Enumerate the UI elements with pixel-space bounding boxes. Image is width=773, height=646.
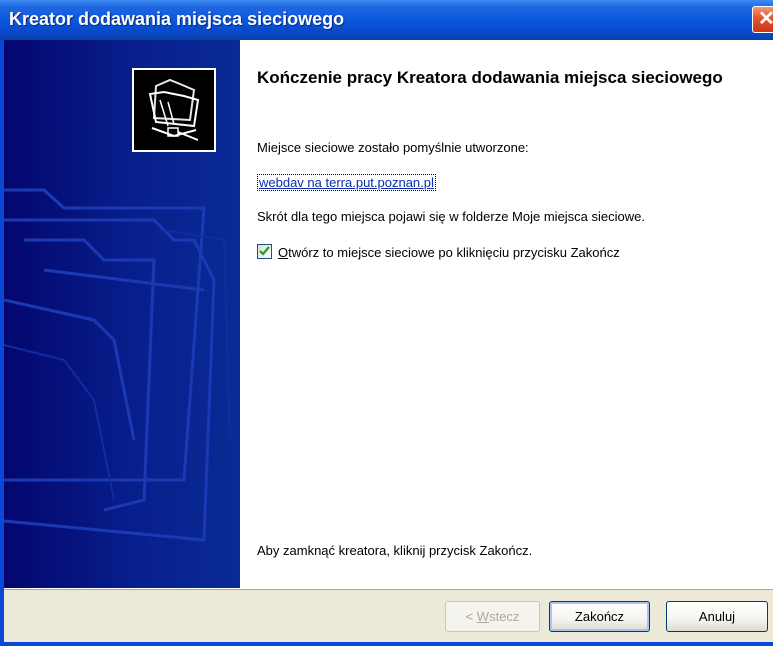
open-location-checkbox-label[interactable]: Otwórz to miejsce sieciowe po kliknięciu… <box>278 245 620 260</box>
checkbox-mnemonic: O <box>278 245 289 260</box>
checkbox-label-text: twórz to miejsce sieciowe po kliknięciu … <box>288 245 620 260</box>
cancel-button[interactable]: Anuluj <box>666 601 768 632</box>
wizard-sidebar <box>4 40 240 588</box>
wizard-button-bar: < Wstecz Zakończ Anuluj <box>4 588 773 643</box>
network-folder-icon <box>132 68 216 152</box>
checkmark-icon <box>259 246 270 256</box>
success-text: Miejsce sieciowe zostało pomyślnie utwor… <box>257 140 529 155</box>
page-title: Kończenie pracy Kreatora dodawania miejs… <box>257 68 723 87</box>
back-button-label: stecz <box>489 609 520 624</box>
wizard-content: Kończenie pracy Kreatora dodawania miejs… <box>240 40 773 588</box>
title-bar[interactable]: Kreator dodawania miejsca sieciowego ✕ <box>0 0 773 40</box>
shortcut-info-text: Skrót dla tego miejsca pojawi się w fold… <box>257 209 645 224</box>
close-instruction-text: Aby zamknąć kreatora, kliknij przycisk Z… <box>257 543 533 558</box>
window-frame-bottom <box>0 642 773 646</box>
close-button[interactable]: ✕ <box>752 6 773 33</box>
window-title: Kreator dodawania miejsca sieciowego <box>9 9 345 29</box>
back-button-prefix: < <box>465 609 477 624</box>
network-location-link-wrap: webdav na terra.put.poznan.pl <box>257 174 436 191</box>
finish-button[interactable]: Zakończ <box>549 601 650 632</box>
close-icon: ✕ <box>758 8 773 30</box>
open-location-checkbox[interactable] <box>257 244 272 259</box>
network-location-link[interactable]: webdav na terra.put.poznan.pl <box>257 174 436 191</box>
back-button-mnemonic: W <box>476 609 490 624</box>
back-button[interactable]: < Wstecz <box>445 601 540 632</box>
